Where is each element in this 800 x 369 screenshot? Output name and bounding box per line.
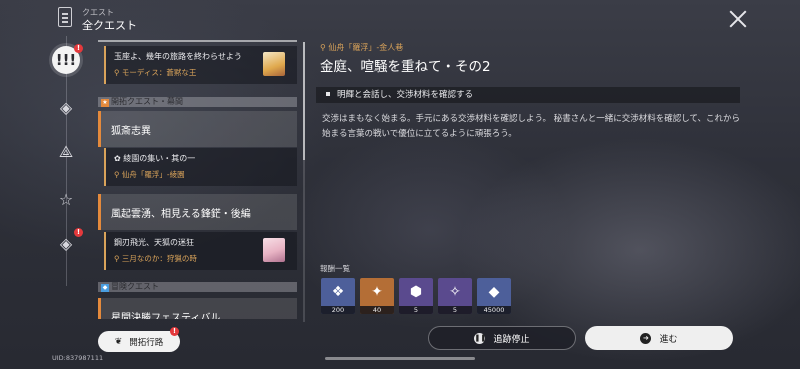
trailblaze-alert-badge: ! [170,327,179,336]
quest-description: 交渉はまもなく始まる。手元にある交渉材料を確認しよう。 秘書さんと一緒に交渉材料… [322,114,741,139]
list-scrollbar-thumb[interactable] [303,42,305,160]
leaf-icon: ❦ [114,336,123,347]
quest-location: ⚲ 仙舟「羅浮」-金人巷 [320,43,404,52]
quest-group-title: 狐斎志異 [111,125,151,137]
reward-count: 5 [399,306,433,314]
exclamation-icon: !!! [55,50,77,69]
reward-item[interactable]: ◆ 45000 [477,278,511,314]
section-header: ★ 開拓クエスト・幕間 [98,97,297,107]
quest-book-icon [58,7,72,27]
quest-list[interactable]: 玉座よ、幾年の旅路を終わらせよう ⚲ モーディス：蒼黙な王 ★ 開拓クエスト・幕間 狐斎… [98,36,297,319]
proceed-button[interactable]: ➜ 進む [585,326,733,350]
rail-alert-badge: ! [74,228,83,237]
quest-group-title: 風起雲湧、相見える鋒鋩・後編 [111,208,251,220]
material-purple-icon: ⬢ [409,284,423,300]
reward-count: 5 [438,306,472,314]
page-title: 全クエスト [82,19,137,32]
quest-title: 金庭、喧騒を重ねて・その2 [320,59,491,75]
quest-item-title-text: 綾園の集い・其の一 [123,154,196,163]
arrow-right-icon: ➜ [640,332,652,344]
trailblaze-diamond-icon: ◈ [59,98,73,117]
adventure-badge-icon: ◆ [101,284,109,292]
rail-button-3[interactable]: ⟁ [52,138,80,166]
credit-icon: ◆ [488,284,500,300]
quest-location-text: 仙舟「羅浮」-金人巷 [328,43,404,52]
quest-group-header[interactable]: 狐斎志異 [98,111,297,147]
reward-count: 40 [360,306,394,314]
quest-group-header[interactable]: 風起雲湧、相見える鋒鋩・後編 [98,194,297,230]
triangle-star-icon: ⟁ [58,142,74,161]
section-label: 開拓クエスト・幕間 [111,97,183,106]
reward-item[interactable]: ✧ 5 [438,278,472,314]
star-icon: ☆ [58,190,74,209]
reward-item[interactable]: ✦ 40 [360,278,394,314]
quest-group-title: 星間決勝フェスティバル [111,312,221,320]
section-header: ◆ 冒険クエスト [98,282,297,292]
quest-item-location: ⚲ 仙舟「羅浮」-綾園 [114,170,185,179]
quest-item-title-text: 鋼刃飛光、天狐の迷狂 [114,238,194,247]
list-item[interactable]: 鋼刃飛光、天狐の迷狂 ⚲ 三月なのか：狩猟の時 [104,232,297,270]
proceed-label: 進む [659,334,678,345]
objective-bullet-icon [326,92,330,96]
close-icon[interactable] [727,8,749,30]
trailblaze-path-label: 開拓行路 [129,337,164,348]
quest-objective: 明輝と会話し、交渉材料を確認する [316,87,740,103]
rail-alert-badge: ! [74,44,83,53]
material-book-icon: ✧ [449,284,461,300]
reward-item[interactable]: ❖ 200 [321,278,355,314]
reward-count: 200 [321,306,355,314]
list-item[interactable]: ✿ 綾園の集い・其の一 ⚲ 仙舟「羅浮」-綾園 [104,148,297,186]
quest-item-title-text: 玉座よ、幾年の旅路を終わらせよう [114,52,242,61]
trailblaze-exp-icon: ❖ [331,284,345,300]
trailblaze-badge-icon: ★ [101,99,109,107]
rail-button-2[interactable]: ◈ [52,94,80,122]
avatar [263,52,285,76]
stop-tracking-button[interactable]: ❚❚ 追跡停止 [428,326,576,350]
avatar [263,238,285,262]
pause-icon: ❚❚ [474,332,487,344]
stop-tracking-label: 追跡停止 [493,334,530,345]
stellar-jade-icon: ✦ [371,284,383,300]
rewards-label: 報酬一覧 [320,264,350,273]
quest-item-title: ✿ 綾園の集い・其の一 [114,153,289,164]
reward-count: 45000 [477,306,511,314]
rail-button-4[interactable]: ☆ [52,186,80,214]
trailblaze-path-button[interactable]: ❦ 開拓行路 [98,331,180,352]
section-label: 冒険クエスト [111,282,159,291]
quest-group-header[interactable]: 星間決勝フェスティバル [98,298,297,319]
home-indicator[interactable] [325,357,475,360]
uid-text: UID:837987111 [52,354,104,362]
adventure-diamond-icon: ◈ [59,234,73,253]
objective-text: 明輝と会話し、交渉材料を確認する [337,90,474,100]
list-item[interactable]: 玉座よ、幾年の旅路を終わらせよう ⚲ モーディス：蒼黙な王 [104,46,297,84]
reward-item[interactable]: ⬢ 5 [399,278,433,314]
flower-icon: ✿ [114,154,124,163]
